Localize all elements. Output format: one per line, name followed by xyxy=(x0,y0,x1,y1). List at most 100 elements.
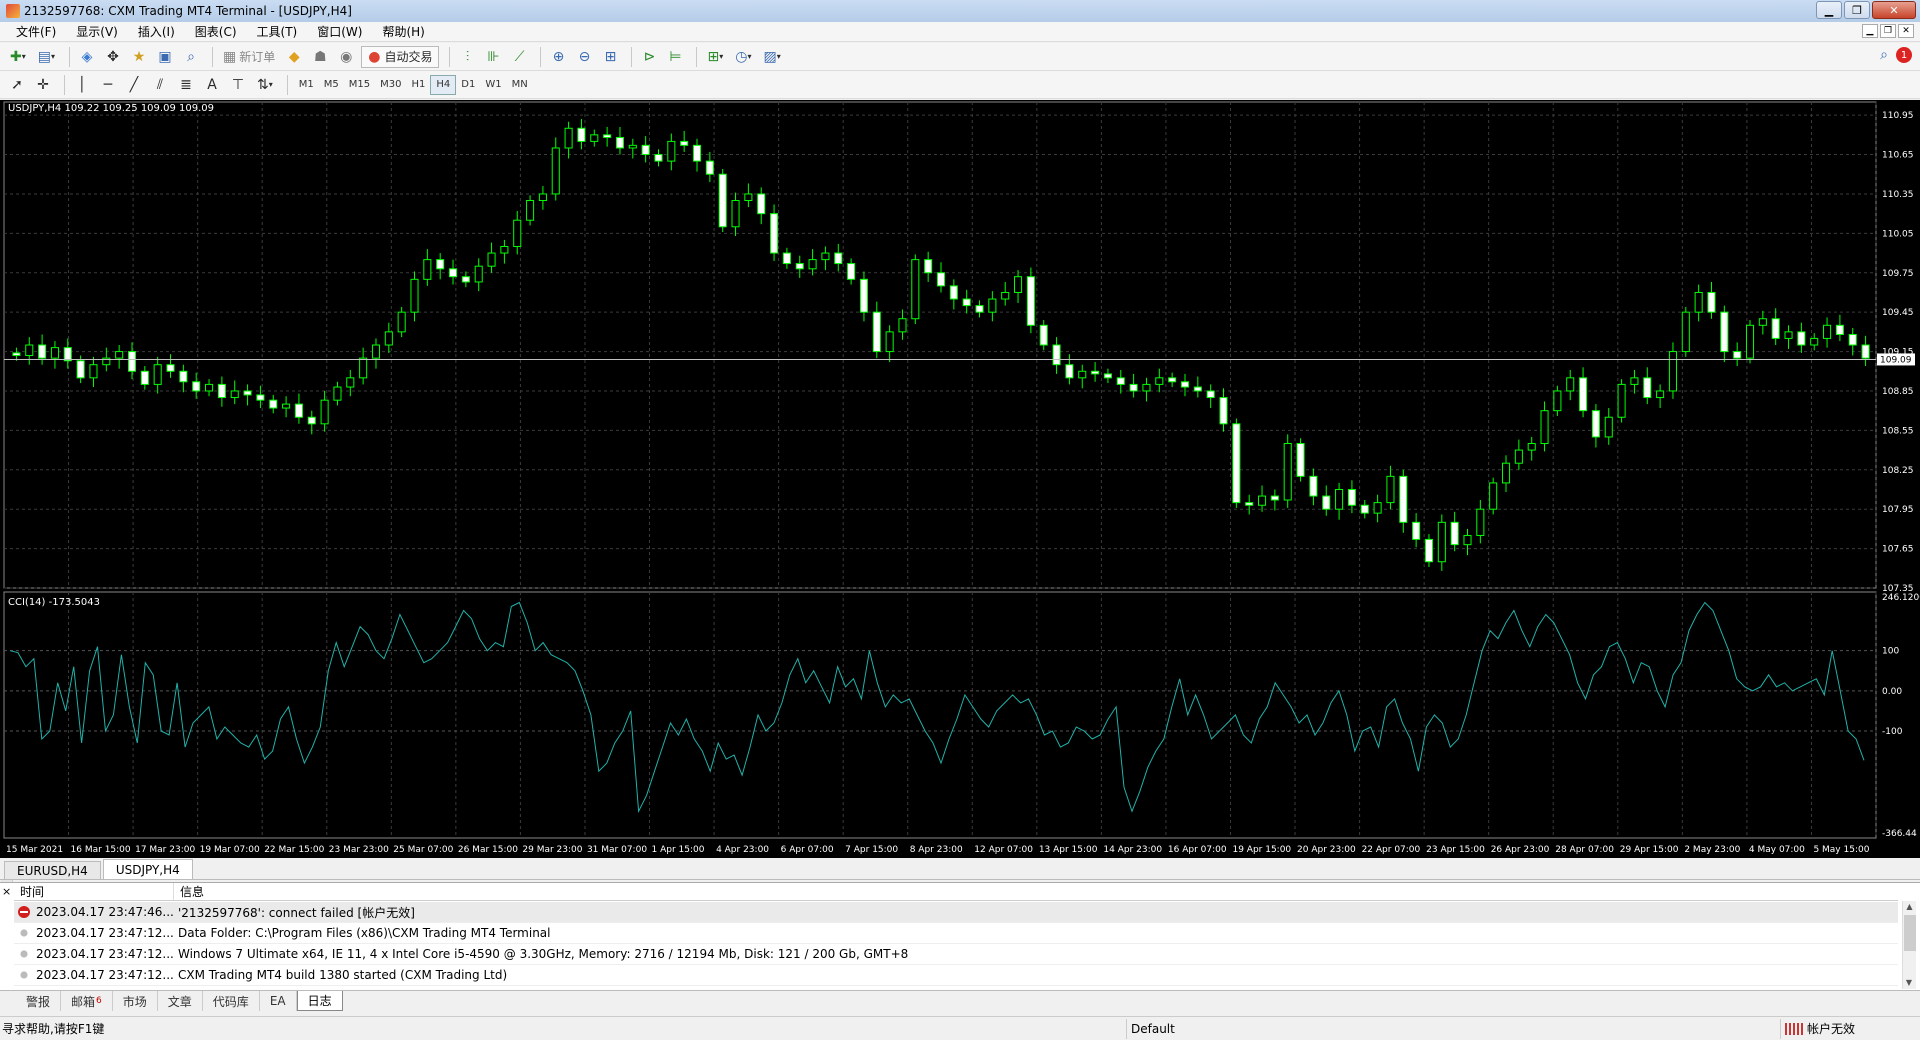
new-chart-button[interactable]: ✚ ▾ xyxy=(6,46,30,68)
candle-body xyxy=(282,403,291,409)
tab-code-base[interactable]: 代码库 xyxy=(203,991,260,1011)
auto-scroll-icon[interactable]: ⊳ xyxy=(638,46,660,68)
timeframe-m5[interactable]: M5 xyxy=(319,75,344,95)
time-tick-label: 19 Apr 15:00 xyxy=(1232,845,1291,855)
signals-icon[interactable]: ◉ xyxy=(335,46,357,68)
child-restore-button[interactable]: ❐ xyxy=(1880,24,1896,38)
bar-chart-icon[interactable]: ⫶ xyxy=(456,46,478,68)
timeframe-h1[interactable]: H1 xyxy=(406,75,430,95)
connection-status[interactable]: 帐户无效 xyxy=(1780,1018,1855,1039)
journal-row[interactable]: 2023.04.17 23:47:46... '2132597768': con… xyxy=(14,902,1898,923)
menu-help[interactable]: 帮助(H) xyxy=(372,23,434,40)
journal-row[interactable]: 2023.04.17 23:47:12... Data Folder: C:\P… xyxy=(14,923,1898,944)
candle-body xyxy=(705,160,714,175)
line-chart-icon[interactable]: ⟋ xyxy=(508,46,530,68)
fibonacci-icon[interactable]: ≣ xyxy=(175,74,197,96)
cursor-icon[interactable]: ➚ xyxy=(6,74,28,96)
auto-trading-button[interactable]: ● 自动交易 xyxy=(361,45,440,68)
minimize-button[interactable]: ▁ xyxy=(1816,1,1842,19)
search-icon[interactable]: ⌕ xyxy=(1880,47,1888,63)
maximize-button[interactable]: ❐ xyxy=(1844,1,1870,19)
text-label-icon[interactable]: ⊤ xyxy=(227,74,249,96)
scroll-up-icon[interactable]: ▲ xyxy=(1903,901,1916,913)
tab-articles[interactable]: 文章 xyxy=(158,991,203,1011)
candle-body xyxy=(1437,521,1446,563)
text-tool-icon[interactable]: A xyxy=(201,74,223,96)
notification-badge[interactable]: 1 xyxy=(1896,47,1912,63)
candle-body xyxy=(808,259,817,270)
menu-view[interactable]: 显示(V) xyxy=(66,23,128,40)
chart-tab-usdjpy[interactable]: USDJPY,H4 xyxy=(102,859,193,879)
child-minimize-button[interactable]: ▁ xyxy=(1862,24,1878,38)
new-order-button[interactable]: ▦ 新订单 xyxy=(219,46,279,68)
vertical-line-icon[interactable]: │ xyxy=(71,74,93,96)
tab-experts[interactable]: EA xyxy=(260,991,297,1011)
menu-insert[interactable]: 插入(I) xyxy=(128,23,185,40)
terminal-close-icon[interactable]: × xyxy=(2,885,11,898)
channel-icon[interactable]: ⫽ xyxy=(149,74,171,96)
candle-body xyxy=(1232,423,1241,504)
column-message[interactable]: 信息 xyxy=(174,883,1898,900)
tab-journal[interactable]: 日志 xyxy=(296,991,343,1011)
data-window-icon[interactable]: ✥ xyxy=(102,46,124,68)
toolbar-separator xyxy=(212,46,213,67)
periods-button[interactable]: ◷ ▾ xyxy=(731,46,755,68)
scroll-down-icon[interactable]: ▼ xyxy=(1903,977,1915,989)
metaeditor-icon[interactable]: ◆ xyxy=(283,46,305,68)
zoom-in-icon[interactable]: ⊕ xyxy=(547,46,569,68)
candle-body xyxy=(770,213,779,254)
timeframe-m15[interactable]: M15 xyxy=(344,75,375,95)
chart-tab-eurusd[interactable]: EURUSD,H4 xyxy=(4,861,101,879)
profile-name[interactable]: Default xyxy=(1126,1018,1175,1039)
candlestick-icon[interactable]: ⊪ xyxy=(482,46,504,68)
timeframe-w1[interactable]: W1 xyxy=(480,75,506,95)
terminal-scrollbar[interactable]: ▲ ▼ xyxy=(1902,901,1916,989)
info-icon xyxy=(20,929,28,937)
close-button[interactable]: ✕ xyxy=(1872,1,1916,19)
tab-alerts[interactable]: 警报 xyxy=(16,991,62,1011)
trendline-icon[interactable]: ╱ xyxy=(123,74,145,96)
navigator-icon[interactable]: ★ xyxy=(128,46,150,68)
chart-canvas[interactable]: 110.95 110.65 110.35 110.05 109.75 109.45 109.… xyxy=(0,100,1920,858)
indicators-button[interactable]: ⊞ ▾ xyxy=(703,46,727,68)
chart-window[interactable]: 110.95 110.65 110.35 110.05 109.75 109.45 109.… xyxy=(0,100,1920,858)
tester-icon[interactable]: ⌕ xyxy=(180,46,202,68)
menu-window[interactable]: 窗口(W) xyxy=(307,23,372,40)
title-bar[interactable]: 2132597768: CXM Trading MT4 Terminal - [… xyxy=(0,0,1920,22)
candle-body xyxy=(718,173,727,228)
crosshair-icon[interactable]: ✛ xyxy=(32,74,54,96)
tab-mailbox[interactable]: 邮箱 6 xyxy=(61,991,113,1011)
timeframe-m1[interactable]: M1 xyxy=(294,75,319,95)
scrollbar-thumb[interactable] xyxy=(1904,915,1916,951)
tab-label: 文章 xyxy=(167,994,192,1009)
price-tick-label: 110.35 xyxy=(1882,190,1914,200)
child-close-button[interactable]: ✕ xyxy=(1898,24,1914,38)
column-time[interactable]: 时间 xyxy=(14,883,174,900)
arrows-icon[interactable]: ⇅ ▾ xyxy=(253,74,277,96)
menu-file[interactable]: 文件(F) xyxy=(6,23,66,40)
menu-charts[interactable]: 图表(C) xyxy=(185,23,247,40)
community-icon[interactable]: ☗ xyxy=(309,46,331,68)
price-tick-label: 110.95 xyxy=(1882,111,1914,121)
tile-windows-icon[interactable]: ⊞ xyxy=(599,46,621,68)
horizontal-line-icon[interactable]: ─ xyxy=(97,74,119,96)
current-price-label: 109.09 xyxy=(1880,355,1912,365)
candle-body xyxy=(731,200,740,228)
timeframe-mn[interactable]: MN xyxy=(507,75,533,95)
chart-shift-icon[interactable]: ⊨ xyxy=(664,46,686,68)
templates-button[interactable]: ▨ ▾ xyxy=(759,46,784,68)
market-watch-icon[interactable]: ◈ xyxy=(76,46,98,68)
zoom-out-icon[interactable]: ⊖ xyxy=(573,46,595,68)
timeframe-d1[interactable]: D1 xyxy=(456,75,480,95)
candle-body xyxy=(1463,534,1472,546)
tab-market[interactable]: 市场 xyxy=(113,991,158,1011)
timeframe-m30[interactable]: M30 xyxy=(375,75,406,95)
journal-time: 2023.04.17 23:47:12... xyxy=(36,968,174,982)
journal-row[interactable]: 2023.04.17 23:47:12... Windows 7 Ultimat… xyxy=(14,944,1898,965)
journal-row[interactable]: 2023.04.17 23:47:12... CXM Trading MT4 b… xyxy=(14,965,1898,986)
menu-tools[interactable]: 工具(T) xyxy=(247,23,308,40)
timeframe-h4[interactable]: H4 xyxy=(430,74,457,95)
mt4-window: 2132597768: CXM Trading MT4 Terminal - [… xyxy=(0,0,1920,1040)
terminal-icon[interactable]: ▣ xyxy=(154,46,176,68)
profiles-button[interactable]: ▤ ▾ xyxy=(34,46,59,68)
